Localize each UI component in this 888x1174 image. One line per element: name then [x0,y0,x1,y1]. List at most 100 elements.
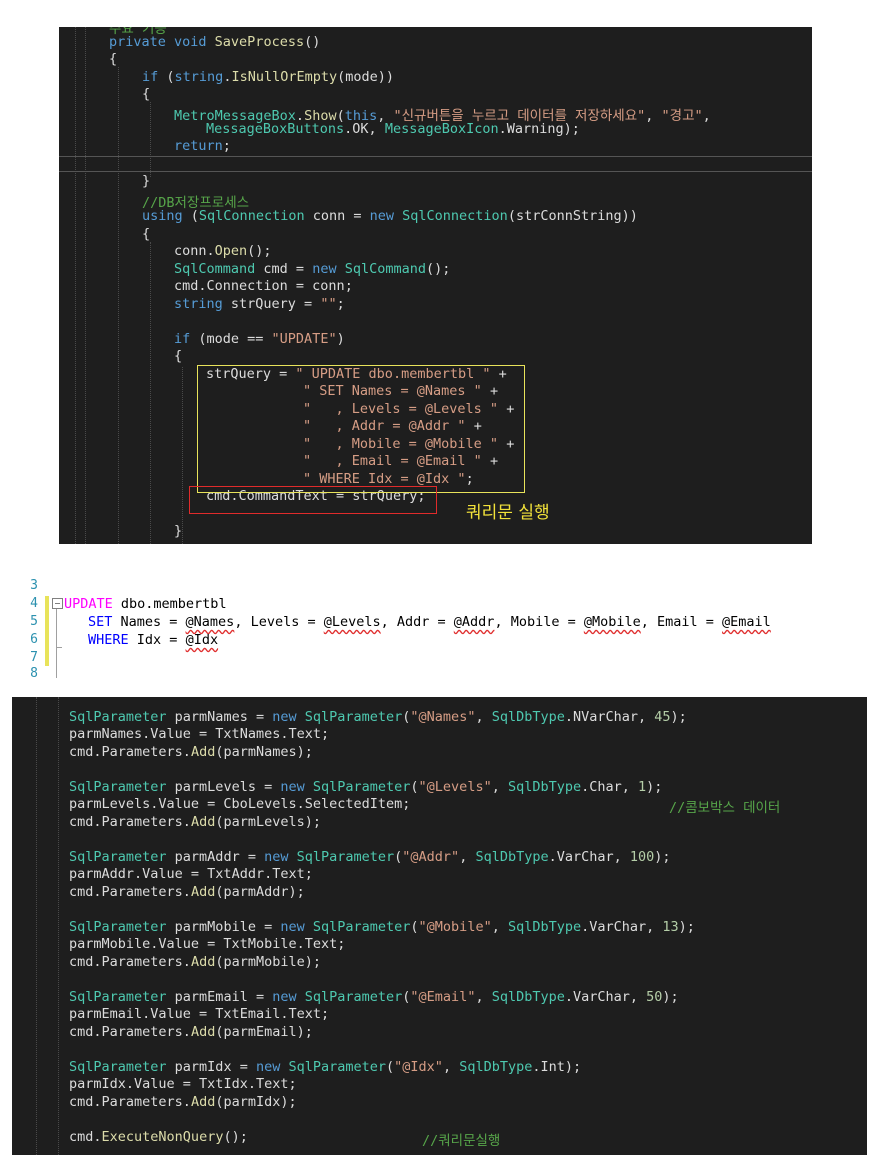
code-token: parmAddr = [174,849,265,865]
code-token: strQuery = [230,296,321,312]
code-line: SqlCommand cmd = new SqlCommand(); [174,261,450,277]
code-token: SqlDbType [491,989,565,1005]
query-highlight-box [197,365,525,493]
code-token: { [174,348,183,364]
code-token: Add [190,1094,216,1110]
code-token: UPDATE [64,596,121,612]
code-line: cmd.ExecuteNonQuery(); [69,1129,248,1145]
code-line: SqlParameter parmAddr = new SqlParameter… [69,849,671,865]
code-line: { [142,86,150,102]
code-token: () [304,34,321,50]
code-token: .Parameters. [93,1094,191,1110]
code-token: if [142,69,167,85]
code-line: parmEmail.Value = TxtEmail.Text; [69,1006,329,1022]
code-line: SqlParameter parmLevels = new SqlParamet… [69,779,662,795]
code-token: (); [247,243,272,259]
code-token: conn [174,243,207,259]
code-line: { [109,51,117,67]
code-line: MessageBoxButtons.OK, MessageBoxIcon.War… [206,121,580,137]
code-token: . [206,243,215,259]
collapse-toggle-icon[interactable] [52,598,63,609]
code-token: cmd [69,1024,94,1040]
code-token: "" [320,296,337,312]
code-token: , [442,1059,460,1075]
code-token: (strConnString)) [507,208,638,224]
code-token: new [280,779,313,795]
code-token: SqlConnection [402,208,508,224]
code-token: Add [190,744,216,760]
code-token: new [369,208,403,224]
code-line: parmMobile.Value = TxtMobile.Text; [69,936,345,952]
code-token: ExecuteNonQuery [101,1129,224,1145]
code-token: parmLevels = [174,779,281,795]
code-token: return [174,138,223,154]
code-line: if (mode == "UPDATE") [174,331,345,347]
code-token: SqlParameter [304,709,403,725]
code-token: cmd [69,954,94,970]
code-line: parmIdx.Value = TxtIdx.Text; [69,1076,297,1092]
change-indicator-bar [45,596,49,666]
code-line: parmNames.Value = TxtNames.Text; [69,726,329,742]
code-token: @Levels [323,614,381,630]
code-token: (parmLevels); [215,814,321,830]
code-token: , Mobile = [494,614,584,630]
code-token: @Mobile [583,614,641,630]
code-token: } [174,523,183,539]
code-token: SqlDbType [507,779,582,795]
code-token: ) [336,331,345,347]
code-token: { [109,51,118,67]
code-token: (parmEmail); [215,1024,313,1040]
code-token: , Email = [640,614,723,630]
code-token: .Value = TxtEmail.Text; [142,1006,330,1022]
code-token: "@Names" [410,709,476,725]
code-token: SqlCommand [174,261,264,277]
code-token: .Int); [532,1059,582,1075]
code-token: SqlDbType [507,919,582,935]
sql-line: SET Names = @Names, Levels = @Levels, Ad… [88,614,771,630]
code-token: parmNames [69,726,143,742]
code-token: @Email [722,614,771,630]
separator-line [59,171,812,172]
code-line: SqlParameter parmMobile = new SqlParamet… [69,919,695,935]
code-token: parmLevels [69,796,151,812]
code-line: SqlParameter parmEmail = new SqlParamete… [69,989,679,1005]
code-token: SqlParameter [312,919,411,935]
indent-guide [75,27,76,544]
code-editor-save-process: 주요 기능 private void SaveProcess() { if (s… [59,27,812,544]
code-token: (parmAddr); [215,884,305,900]
code-line: { [174,348,182,364]
code-token: ; [336,296,345,312]
code-token: new [280,919,313,935]
code-token: (parmMobile); [215,954,321,970]
code-token: SqlParameter [312,779,411,795]
code-token: 13 [662,919,679,935]
code-token: SaveProcess [214,34,305,50]
code-token: , [491,919,508,935]
code-token: "@Levels" [418,779,492,795]
code-token: .VarChar, [564,989,647,1005]
code-line: SqlParameter parmIdx = new SqlParameter(… [69,1059,581,1075]
code-token: ); [646,779,663,795]
code-token: cmd [69,744,94,760]
code-token: (); [223,1129,248,1145]
indent-guide [85,27,86,544]
code-token: SqlParameter [304,989,403,1005]
code-line: conn.Open(); [174,243,272,259]
indent-guide [58,697,59,1155]
code-token: { [142,86,151,102]
code-token: .Value = TxtIdx.Text; [125,1076,297,1092]
indent-guide [150,102,151,177]
code-token: parmAddr [69,866,135,882]
sql-line: UPDATE dbo.membertbl [64,596,227,612]
annotation-label: 쿼리문 실행 [466,503,550,523]
code-token: string [174,69,224,85]
code-token: new [264,849,297,865]
code-token: ( [386,1059,395,1075]
code-token: @Addr [453,614,495,630]
line-number: 8 [30,666,38,678]
code-token: parmIdx [69,1076,126,1092]
code-token: cmd = [263,261,313,277]
code-line: cmd.Parameters.Add(parmMobile); [69,954,321,970]
code-token: .Connection = conn; [198,278,353,294]
code-token: parmEmail [69,1006,143,1022]
